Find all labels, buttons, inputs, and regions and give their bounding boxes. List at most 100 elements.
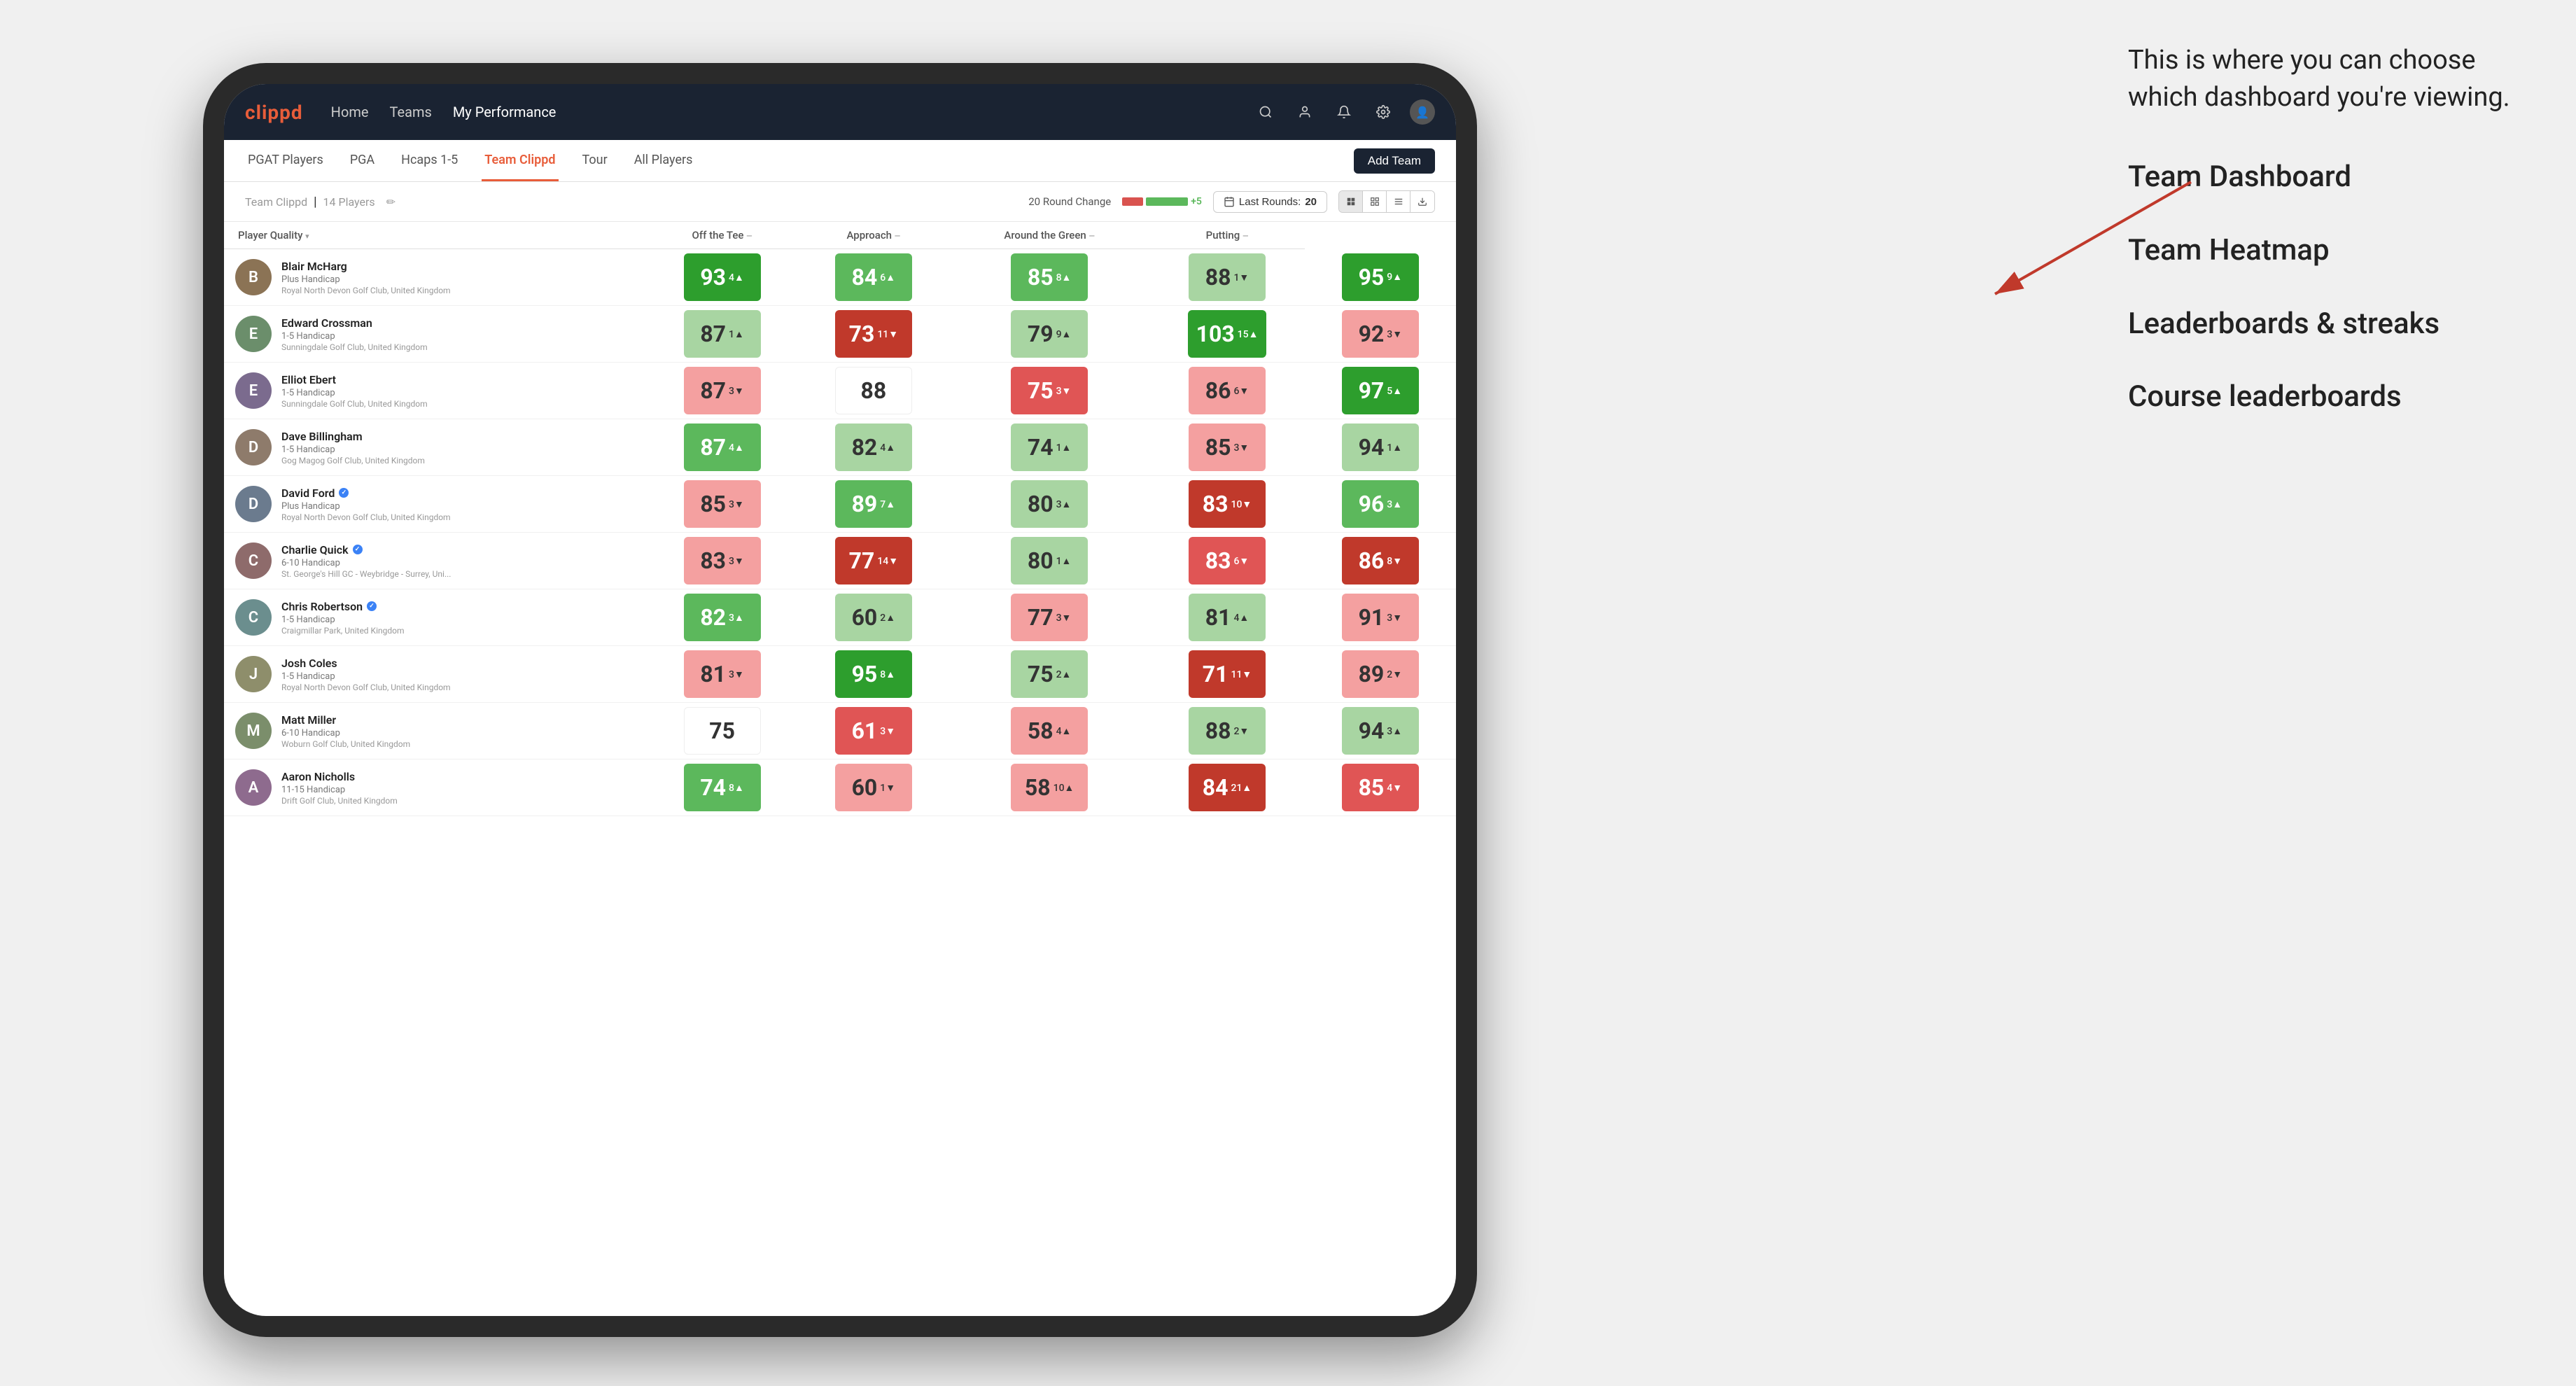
tab-all-players[interactable]: All Players xyxy=(631,140,696,181)
player-cell-2: EElliot Ebert1-5 HandicapSunningdale Gol… xyxy=(224,363,646,419)
score-around-green-4: 803▲ xyxy=(949,476,1149,533)
score-change-4-9: 4▼ xyxy=(1387,782,1402,794)
score-putting-7: 7111▼ xyxy=(1149,646,1304,703)
score-value-0-8: 75 xyxy=(709,718,735,744)
table-row[interactable]: DDavid Ford✓Plus HandicapRoyal North Dev… xyxy=(224,476,1456,533)
score-off-tee-1: 871▲ xyxy=(646,306,797,363)
score-change-3-5: 6▼ xyxy=(1233,555,1249,567)
score-change-1-9: 1▼ xyxy=(880,782,895,794)
player-name-3[interactable]: Dave Billingham xyxy=(281,430,635,443)
player-handicap-6: 1-5 Handicap xyxy=(281,615,635,625)
player-name-5[interactable]: Charlie Quick✓ xyxy=(281,543,635,556)
score-value-2-0: 85 xyxy=(1028,264,1054,290)
player-handicap-2: 1-5 Handicap xyxy=(281,388,635,398)
col-header-around-green[interactable]: Around the Green — xyxy=(949,222,1149,249)
player-name-6[interactable]: Chris Robertson✓ xyxy=(281,600,635,613)
score-change-1-8: 3▼ xyxy=(880,725,895,737)
user-icon[interactable] xyxy=(1292,99,1317,125)
player-avatar-9: A xyxy=(235,769,272,806)
player-name-4[interactable]: David Ford✓ xyxy=(281,486,635,500)
last-rounds-label: Last Rounds: xyxy=(1239,196,1301,208)
table-row[interactable]: DDave Billingham1-5 HandicapGog Magog Go… xyxy=(224,419,1456,476)
tab-pga[interactable]: PGA xyxy=(347,140,377,181)
score-quality-9: 854▼ xyxy=(1305,760,1456,816)
player-name-7[interactable]: Josh Coles xyxy=(281,657,635,670)
score-change-4-1: 3▼ xyxy=(1387,328,1402,340)
score-off-tee-8: 75 xyxy=(646,703,797,760)
score-value-2-8: 58 xyxy=(1028,718,1054,744)
score-change-4-7: 2▼ xyxy=(1387,668,1402,680)
score-value-2-7: 75 xyxy=(1028,661,1054,687)
heatmap-view-button[interactable] xyxy=(1363,191,1387,212)
score-around-green-7: 752▲ xyxy=(949,646,1149,703)
score-off-tee-4: 853▼ xyxy=(646,476,797,533)
table-row[interactable]: BBlair McHargPlus HandicapRoyal North De… xyxy=(224,249,1456,306)
bell-icon[interactable] xyxy=(1331,99,1357,125)
player-avatar-3: D xyxy=(235,429,272,465)
tab-hcaps[interactable]: Hcaps 1-5 xyxy=(398,140,461,181)
tablet-frame: clippd Home Teams My Performance xyxy=(203,63,1477,1337)
score-value-1-3: 82 xyxy=(852,434,878,461)
player-club-8: Woburn Golf Club, United Kingdom xyxy=(281,739,635,749)
player-handicap-1: 1-5 Handicap xyxy=(281,331,635,342)
score-off-tee-5: 833▼ xyxy=(646,533,797,589)
table-row[interactable]: CChris Robertson✓1-5 HandicapCraigmillar… xyxy=(224,589,1456,646)
score-putting-1: 10315▲ xyxy=(1149,306,1304,363)
score-change-0-1: 1▲ xyxy=(729,328,744,340)
score-quality-7: 892▼ xyxy=(1305,646,1456,703)
score-around-green-5: 801▲ xyxy=(949,533,1149,589)
player-name-0[interactable]: Blair McHarg xyxy=(281,260,635,273)
table-row[interactable]: EEdward Crossman1-5 HandicapSunningdale … xyxy=(224,306,1456,363)
table-row[interactable]: AAaron Nicholls11-15 HandicapDrift Golf … xyxy=(224,760,1456,816)
player-handicap-9: 11-15 Handicap xyxy=(281,785,635,795)
pos-change-value: +5 xyxy=(1191,196,1202,207)
score-change-1-5: 14▼ xyxy=(877,555,898,567)
score-approach-1: 7311▼ xyxy=(798,306,949,363)
player-name-2[interactable]: Elliot Ebert xyxy=(281,373,635,386)
score-change-1-6: 2▲ xyxy=(880,612,895,624)
download-button[interactable] xyxy=(1410,191,1434,212)
col-header-player[interactable]: Player Quality ▾ xyxy=(224,222,646,249)
last-rounds-value: 20 xyxy=(1305,196,1317,208)
nav-teams[interactable]: Teams xyxy=(390,101,432,123)
score-change-0-3: 4▲ xyxy=(729,442,744,454)
score-change-0-9: 8▲ xyxy=(729,782,744,794)
score-quality-4: 963▲ xyxy=(1305,476,1456,533)
score-change-2-9: 10▲ xyxy=(1054,782,1074,794)
tab-team-clippd[interactable]: Team Clippd xyxy=(482,140,558,181)
player-name-8[interactable]: Matt Miller xyxy=(281,713,635,727)
table-row[interactable]: JJosh Coles1-5 HandicapRoyal North Devon… xyxy=(224,646,1456,703)
table-row[interactable]: EElliot Ebert1-5 HandicapSunningdale Gol… xyxy=(224,363,1456,419)
player-cell-6: CChris Robertson✓1-5 HandicapCraigmillar… xyxy=(224,589,646,646)
score-around-green-3: 741▲ xyxy=(949,419,1149,476)
search-icon[interactable] xyxy=(1253,99,1278,125)
score-change-1-1: 11▼ xyxy=(877,328,898,340)
score-value-0-9: 74 xyxy=(700,774,726,801)
table-row[interactable]: MMatt Miller6-10 HandicapWoburn Golf Clu… xyxy=(224,703,1456,760)
col-header-putting[interactable]: Putting — xyxy=(1149,222,1304,249)
nav-home[interactable]: Home xyxy=(331,101,369,123)
player-name-1[interactable]: Edward Crossman xyxy=(281,316,635,330)
add-team-button[interactable]: Add Team xyxy=(1354,148,1435,174)
tab-tour[interactable]: Tour xyxy=(580,140,610,181)
player-club-4: Royal North Devon Golf Club, United King… xyxy=(281,512,635,522)
tab-pgat-players[interactable]: PGAT Players xyxy=(245,140,326,181)
table-row[interactable]: CCharlie Quick✓6-10 HandicapSt. George's… xyxy=(224,533,1456,589)
score-value-2-2: 75 xyxy=(1028,377,1054,404)
player-club-6: Craigmillar Park, United Kingdom xyxy=(281,626,635,636)
last-rounds-button[interactable]: Last Rounds: 20 xyxy=(1213,191,1327,213)
edit-icon[interactable]: ✏ xyxy=(386,195,396,209)
score-value-3-9: 84 xyxy=(1203,774,1228,801)
score-value-0-2: 87 xyxy=(700,377,726,404)
team-header: Team Clippd | 14 Players ✏ 20 Round Chan… xyxy=(224,182,1456,222)
settings-icon[interactable] xyxy=(1371,99,1396,125)
col-header-off-tee[interactable]: Off the Tee — xyxy=(646,222,797,249)
grid-view-button[interactable] xyxy=(1339,191,1363,212)
user-avatar[interactable]: 👤 xyxy=(1410,99,1435,125)
list-view-button[interactable] xyxy=(1387,191,1410,212)
score-value-0-3: 87 xyxy=(700,434,726,461)
nav-my-performance[interactable]: My Performance xyxy=(453,101,556,123)
col-header-approach[interactable]: Approach — xyxy=(798,222,949,249)
score-value-1-1: 73 xyxy=(849,321,875,347)
player-name-9[interactable]: Aaron Nicholls xyxy=(281,770,635,783)
